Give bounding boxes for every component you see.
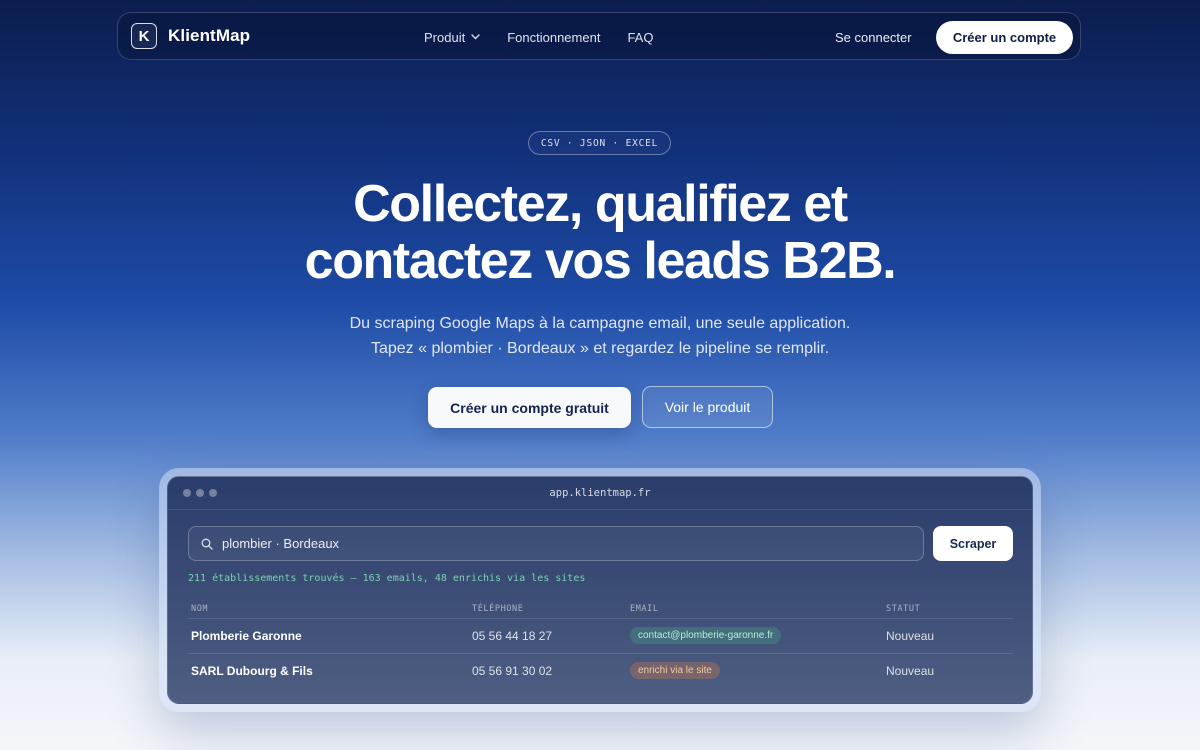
search-value[interactable]: plombier · Bordeaux [222, 536, 339, 551]
scrape-button[interactable]: Scraper [933, 526, 1013, 561]
lead-name: SARL Dubourg & Fils [191, 663, 313, 678]
nav-link-label: Fonctionnement [507, 29, 601, 45]
chevron-down-icon [471, 34, 480, 40]
logo-icon: K [131, 23, 157, 49]
format-badge: CSV · JSON · EXCEL [528, 131, 671, 155]
nav-link-faq[interactable]: FAQ [627, 30, 653, 45]
window-url: app.klientmap.fr [549, 487, 651, 499]
lead-status: Nouveau [886, 663, 935, 678]
column-header-name: NOM [191, 604, 209, 614]
create-free-account-button[interactable]: Créer un compte gratuit [428, 387, 631, 428]
lead-email-cell: contact@plomberie-garonne.fr [630, 618, 782, 653]
column-header-status: STATUT [886, 604, 921, 614]
lead-email-cell: enrichi via le site [630, 653, 720, 688]
email-badge: contact@plomberie-garonne.fr [630, 627, 782, 644]
table-row[interactable]: SARL Dubourg & Fils 05 56 91 30 02 enric… [188, 653, 1013, 688]
hero-headline-line2: contactez vos leads B2B. [304, 232, 897, 290]
app-preview-window: app.klientmap.fr plombier · Bordeaux Scr… [167, 476, 1033, 704]
results-summary: 211 établissements trouvés — 163 emails,… [188, 573, 586, 584]
nav-link-label: FAQ [627, 29, 654, 45]
signup-button[interactable]: Créer un compte [936, 21, 1073, 54]
search-icon [201, 538, 213, 550]
lead-phone: 05 56 91 30 02 [472, 663, 553, 678]
column-header-phone: TÉLÉPHONE [472, 604, 524, 614]
lead-name: Plomberie Garonne [191, 628, 302, 643]
nav-links: Produit Fonctionnement FAQ [424, 13, 653, 61]
nav-link-produit[interactable]: Produit [424, 30, 480, 45]
hero-subtitle-line2: Tapez « plombier · Bordeaux » et regarde… [370, 340, 830, 357]
hero-headline-line1: Collectez, qualifiez et [353, 175, 848, 233]
login-link[interactable]: Se connecter [835, 13, 912, 61]
enriched-badge: enrichi via le site [630, 662, 720, 679]
table-row[interactable]: Plomberie Garonne 05 56 44 18 27 contact… [188, 618, 1013, 654]
view-product-button[interactable]: Voir le produit [642, 386, 773, 428]
brand[interactable]: K KlientMap [131, 23, 250, 49]
top-navbar: K KlientMap Produit Fonctionnement FAQ S… [117, 12, 1081, 60]
nav-link-fonctionnement[interactable]: Fonctionnement [507, 30, 600, 45]
window-titlebar: app.klientmap.fr [168, 477, 1032, 510]
brand-name: KlientMap [168, 26, 251, 45]
nav-link-label: Produit [424, 29, 466, 45]
lead-phone: 05 56 44 18 27 [472, 628, 553, 643]
table-header: NOM TÉLÉPHONE EMAIL STATUT [188, 604, 1013, 619]
hero-subtitle-line1: Du scraping Google Maps à la campagne em… [349, 315, 851, 332]
lead-status: Nouveau [886, 628, 935, 643]
search-input[interactable]: plombier · Bordeaux [188, 526, 924, 561]
column-header-email: EMAIL [630, 604, 659, 614]
